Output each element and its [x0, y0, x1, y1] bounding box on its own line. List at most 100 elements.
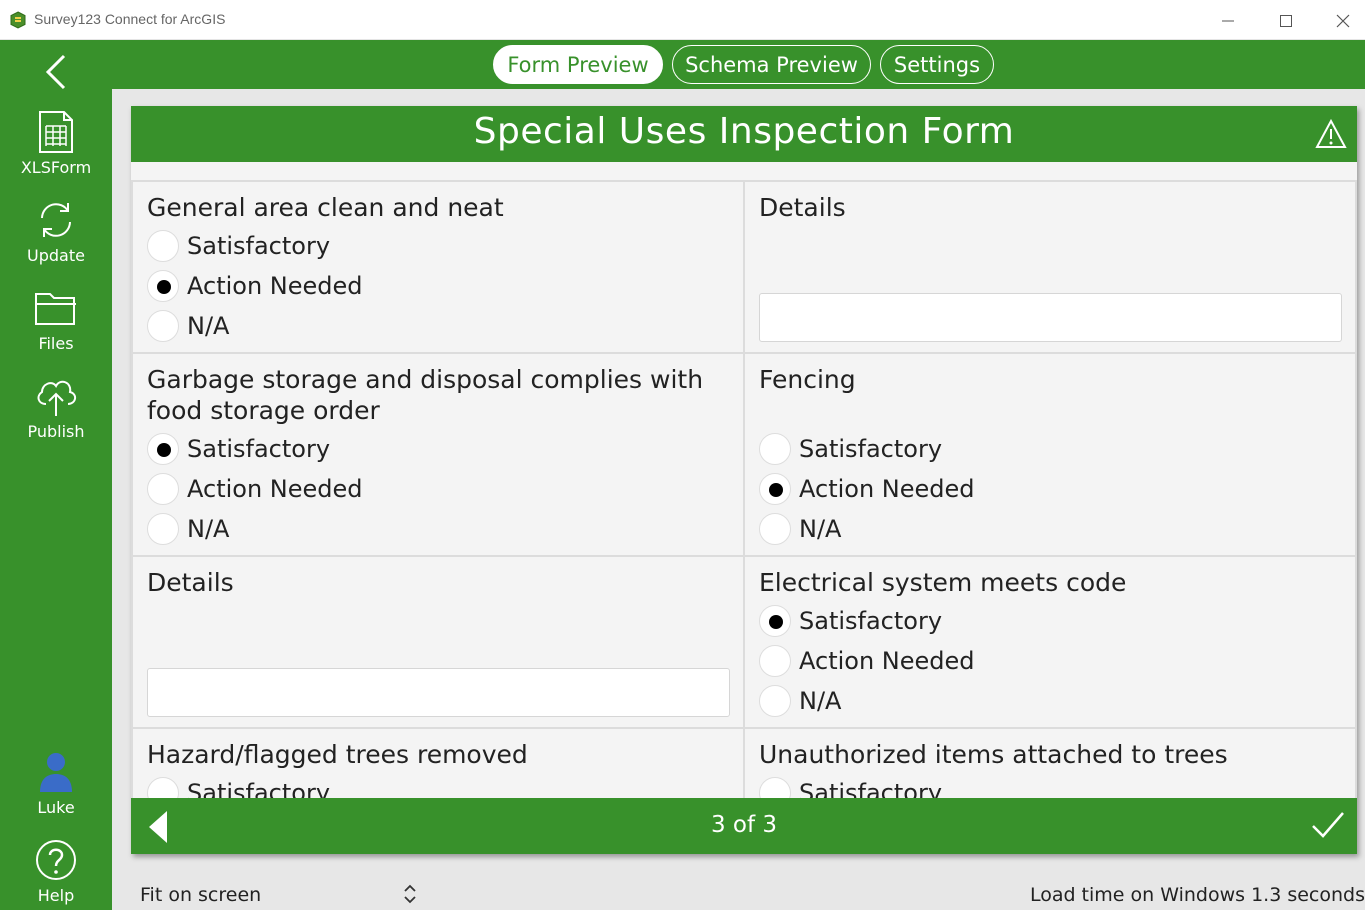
sidebar-item-label: XLSForm: [20, 158, 92, 177]
radio-button[interactable]: [759, 777, 791, 800]
question-label: Fencing: [759, 365, 856, 394]
question-details-2: Details: [131, 555, 745, 729]
window-title: Survey123 Connect for ArcGIS: [34, 11, 226, 27]
radio-button[interactable]: [147, 777, 179, 800]
sidebar-item-label: Help: [37, 886, 75, 905]
radio-button-selected[interactable]: [147, 270, 179, 302]
tab-form-preview[interactable]: Form Preview: [493, 45, 663, 84]
load-time-text: Load time on Windows 1.3 seconds: [1029, 884, 1365, 906]
radio-button-selected[interactable]: [147, 433, 179, 465]
form-header: Special Uses Inspection Form: [131, 106, 1357, 162]
sidebar-item-files[interactable]: Files: [0, 284, 112, 353]
cloud-upload-icon: [37, 380, 76, 416]
question-details-1: Details: [743, 180, 1357, 354]
radio-option[interactable]: Satisfactory: [147, 775, 330, 800]
radio-option[interactable]: Action Needed: [759, 471, 975, 507]
page-indicator: 3 of 3: [710, 812, 778, 838]
radio-option[interactable]: Satisfactory: [759, 775, 942, 800]
option-label: Action Needed: [187, 475, 363, 503]
option-label: N/A: [187, 312, 230, 340]
folder-icon: [35, 293, 76, 325]
radio-button[interactable]: [147, 513, 179, 545]
question-label: Garbage storage and disposal complies wi…: [147, 365, 704, 425]
sidebar-item-label: Files: [38, 334, 74, 353]
preview-tabs-bar: Form Preview Schema Preview Settings: [112, 40, 1365, 89]
question-label: Details: [759, 193, 846, 222]
option-label: N/A: [187, 515, 230, 543]
sidebar-item-update[interactable]: Update: [0, 196, 112, 265]
question-general-area: General area clean and neat Satisfactory…: [131, 180, 745, 354]
question-garbage: Garbage storage and disposal complies wi…: [131, 352, 745, 557]
radio-option[interactable]: Satisfactory: [147, 431, 330, 467]
sidebar-item-help[interactable]: Help: [0, 836, 112, 905]
sidebar-item-publish[interactable]: Publish: [0, 372, 112, 441]
option-label: Action Needed: [799, 475, 975, 503]
refresh-icon: [41, 203, 71, 237]
radio-button[interactable]: [147, 310, 179, 342]
tab-schema-preview[interactable]: Schema Preview: [672, 45, 871, 84]
radio-option[interactable]: N/A: [147, 308, 229, 344]
option-label: Satisfactory: [187, 779, 331, 800]
radio-button[interactable]: [759, 433, 791, 465]
option-label: Satisfactory: [799, 435, 943, 463]
question-hazard-trees: Hazard/flagged trees removed Satisfactor…: [131, 727, 745, 800]
minimize-button[interactable]: [1205, 6, 1251, 36]
option-label: Satisfactory: [799, 607, 943, 635]
option-label: Satisfactory: [187, 232, 331, 260]
radio-option[interactable]: Action Needed: [147, 268, 363, 304]
app-logo-icon: [10, 11, 26, 29]
radio-button[interactable]: [759, 685, 791, 717]
back-button[interactable]: [34, 50, 78, 94]
question-label: Unauthorized items attached to trees: [759, 740, 1228, 769]
question-electrical: Electrical system meets code Satisfactor…: [743, 555, 1357, 729]
question-fencing: Fencing Satisfactory Action Needed N/A: [743, 352, 1357, 557]
warning-icon[interactable]: [1315, 119, 1347, 149]
radio-option[interactable]: Action Needed: [759, 643, 975, 679]
sidebar-item-user[interactable]: Luke: [0, 748, 112, 817]
option-label: N/A: [799, 515, 842, 543]
form-footer: 3 of 3: [131, 798, 1357, 854]
up-down-chevron-icon[interactable]: [402, 882, 418, 906]
option-label: Action Needed: [187, 272, 363, 300]
radio-option[interactable]: Satisfactory: [147, 228, 330, 264]
chevron-left-icon: [45, 54, 66, 90]
close-button[interactable]: [1320, 6, 1365, 36]
minimize-icon: [1222, 20, 1234, 22]
question-label: Details: [147, 568, 234, 597]
details-text-field[interactable]: [147, 668, 730, 717]
tab-settings[interactable]: Settings: [880, 45, 994, 84]
user-icon: [40, 753, 72, 792]
status-bar: Fit on screen Load time on Windows 1.3 s…: [112, 872, 1365, 910]
sidebar: XLSForm Update Files Publish Luke Help: [0, 40, 112, 910]
survey-form: Special Uses Inspection Form General are…: [131, 106, 1357, 854]
submit-checkmark-icon[interactable]: [1311, 810, 1345, 840]
sidebar-item-label: Luke: [37, 798, 75, 817]
form-title: Special Uses Inspection Form: [473, 111, 1015, 152]
close-icon: [1336, 14, 1350, 28]
sidebar-item-xlsform[interactable]: XLSForm: [0, 108, 112, 177]
radio-button-selected[interactable]: [759, 605, 791, 637]
form-questions: General area clean and neat Satisfactory…: [131, 180, 1357, 800]
option-label: N/A: [799, 687, 842, 715]
help-icon: [36, 840, 76, 880]
sidebar-item-label: Update: [27, 246, 85, 265]
radio-option[interactable]: N/A: [759, 511, 841, 547]
radio-option[interactable]: Action Needed: [147, 471, 363, 507]
question-label: General area clean and neat: [147, 193, 504, 222]
fit-mode-select[interactable]: Fit on screen: [140, 884, 261, 906]
option-label: Satisfactory: [799, 779, 943, 800]
option-label: Action Needed: [799, 647, 975, 675]
radio-option[interactable]: N/A: [759, 683, 841, 719]
radio-option[interactable]: Satisfactory: [759, 603, 942, 639]
maximize-button[interactable]: [1263, 6, 1309, 36]
radio-button[interactable]: [147, 473, 179, 505]
sidebar-item-label: Publish: [27, 422, 85, 441]
details-text-field[interactable]: [759, 293, 1342, 342]
radio-button[interactable]: [759, 645, 791, 677]
radio-option[interactable]: Satisfactory: [759, 431, 942, 467]
radio-button[interactable]: [759, 513, 791, 545]
radio-option[interactable]: N/A: [147, 511, 229, 547]
question-label: Hazard/flagged trees removed: [147, 740, 528, 769]
radio-button[interactable]: [147, 230, 179, 262]
radio-button-selected[interactable]: [759, 473, 791, 505]
